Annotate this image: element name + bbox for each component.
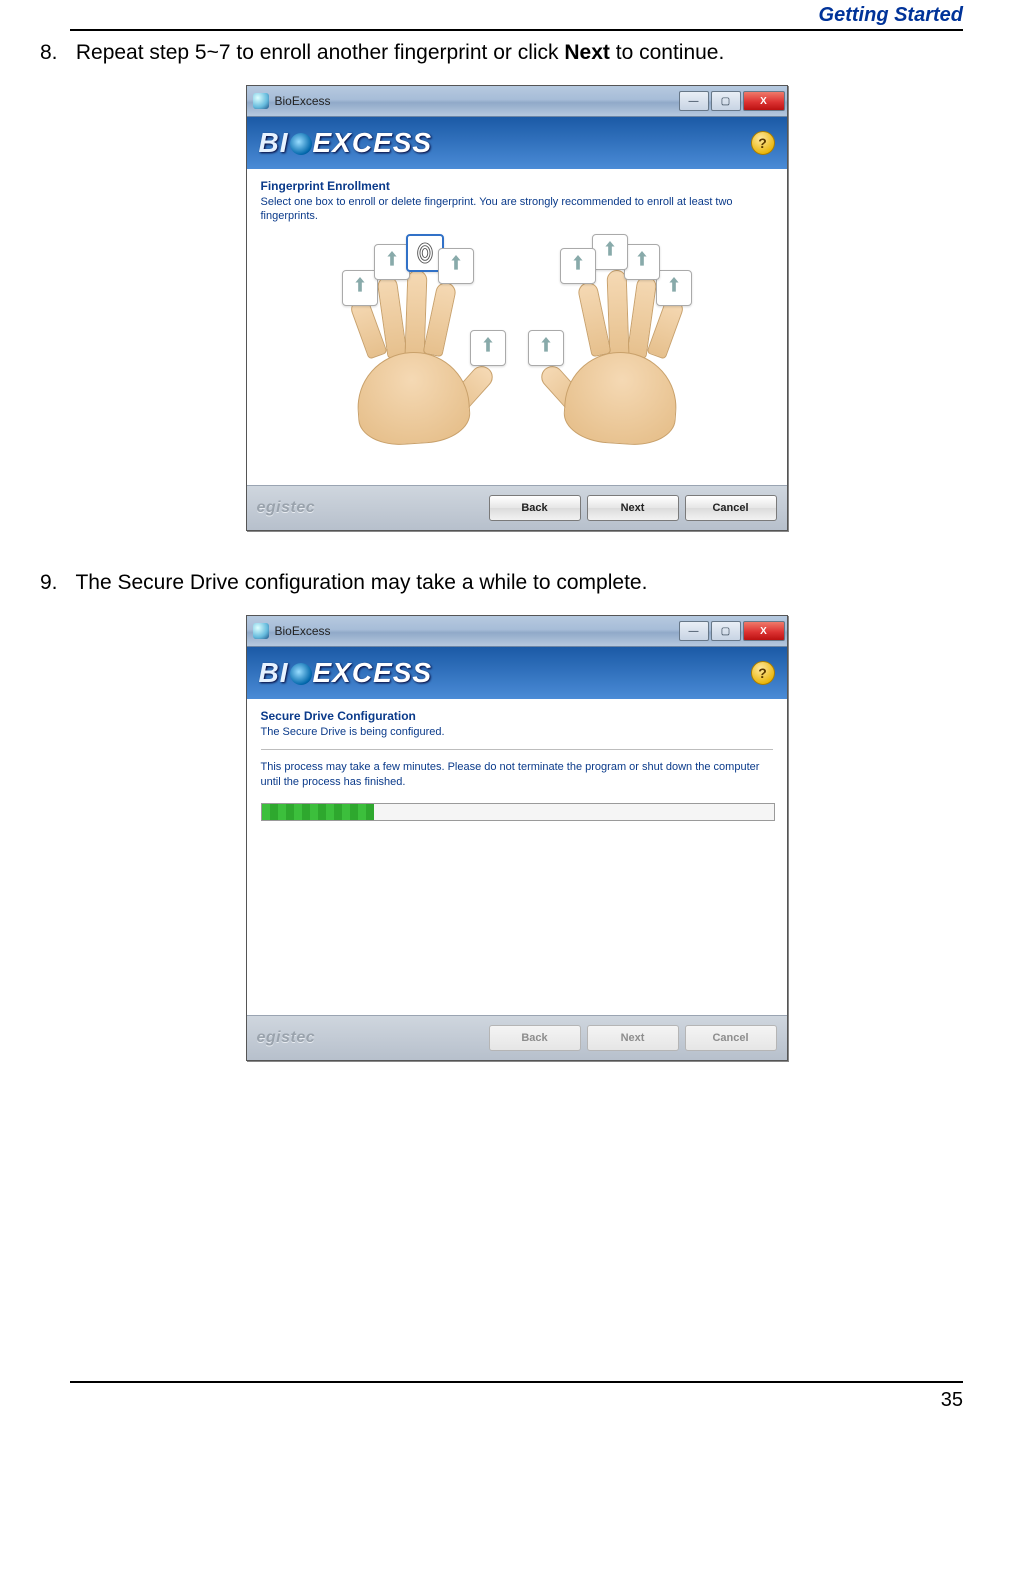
section-subtitle: Select one box to enroll or delete finge…: [261, 195, 773, 224]
brand-o-icon: [290, 133, 312, 155]
right-ring-box[interactable]: [624, 244, 660, 280]
dialog-body: Secure Drive Configuration The Secure Dr…: [247, 699, 787, 1015]
footer-brand: egistec: [257, 1029, 316, 1047]
right-middle-box[interactable]: [592, 234, 628, 270]
left-ring-box[interactable]: [374, 244, 410, 280]
left-index-box[interactable]: [438, 248, 474, 284]
section-title: Fingerprint Enrollment: [261, 179, 773, 193]
close-button[interactable]: X: [743, 621, 785, 641]
app-icon: [253, 623, 269, 639]
minimize-button[interactable]: —: [679, 621, 709, 641]
step-9-number: 9.: [40, 571, 70, 595]
help-button[interactable]: ?: [751, 131, 775, 155]
page-footer: 35: [70, 1381, 963, 1442]
right-thumb-box[interactable]: [528, 330, 564, 366]
dialog-footer: egistec Back Next Cancel: [247, 485, 787, 530]
titlebar: BioExcess — ▢ X: [247, 616, 787, 647]
brand-bar: BI EXCESS ?: [247, 117, 787, 169]
step-8: 8. Repeat step 5~7 to enroll another fin…: [40, 41, 963, 65]
brand-logo: BI EXCESS: [259, 657, 433, 689]
brand-logo: BI EXCESS: [259, 127, 433, 159]
progress-fill: [262, 804, 375, 820]
next-button[interactable]: Next: [587, 495, 679, 521]
brand-bi: BI: [259, 657, 289, 688]
left-palm-icon: [353, 348, 471, 448]
step-8-text-b: to continue.: [610, 41, 724, 64]
maximize-button[interactable]: ▢: [711, 621, 741, 641]
fingerprint-icon: [414, 240, 436, 266]
maximize-button[interactable]: ▢: [711, 91, 741, 111]
hands-area: [261, 242, 773, 442]
brand-o-icon: [290, 663, 312, 685]
help-button[interactable]: ?: [751, 661, 775, 685]
progress-bar: [261, 803, 775, 821]
right-index-icon: [576, 280, 611, 357]
dialog-footer: egistec Back Next Cancel: [247, 1015, 787, 1060]
divider: [261, 749, 773, 750]
window-title: BioExcess: [275, 624, 677, 638]
titlebar: BioExcess — ▢ X: [247, 86, 787, 117]
left-index-icon: [422, 280, 457, 357]
left-thumb-box[interactable]: [470, 330, 506, 366]
page-header: Getting Started: [70, 0, 963, 31]
step-9-text: The Secure Drive configuration may take …: [75, 571, 647, 594]
next-button: Next: [587, 1025, 679, 1051]
page-header-text: Getting Started: [819, 4, 963, 26]
cancel-button[interactable]: Cancel: [685, 495, 777, 521]
section-title: Secure Drive Configuration: [261, 709, 773, 723]
close-button[interactable]: X: [743, 91, 785, 111]
left-pinky-box[interactable]: [342, 270, 378, 306]
right-pinky-box[interactable]: [656, 270, 692, 306]
app-icon: [253, 93, 269, 109]
dialog-body: Fingerprint Enrollment Select one box to…: [247, 169, 787, 485]
minimize-button[interactable]: —: [679, 91, 709, 111]
right-index-box[interactable]: [560, 248, 596, 284]
dialog-fingerprint-enrollment: BioExcess — ▢ X BI EXCESS ? Fingerprint E…: [246, 85, 788, 531]
step-8-text-a: Repeat step 5~7 to enroll another finger…: [76, 41, 565, 64]
brand-rest: EXCESS: [313, 127, 433, 158]
brand-bi: BI: [259, 127, 289, 158]
brand-bar: BI EXCESS ?: [247, 647, 787, 699]
page-number: 35: [941, 1389, 963, 1411]
cancel-button: Cancel: [685, 1025, 777, 1051]
step-9: 9. The Secure Drive configuration may ta…: [40, 571, 963, 595]
footer-brand: egistec: [257, 499, 316, 517]
section-subtitle: The Secure Drive is being configured.: [261, 725, 773, 739]
info-text: This process may take a few minutes. Ple…: [261, 760, 773, 789]
window-title: BioExcess: [275, 94, 677, 108]
step-8-bold: Next: [564, 41, 610, 64]
brand-rest: EXCESS: [313, 657, 433, 688]
right-palm-icon: [561, 348, 679, 448]
left-hand: [302, 242, 502, 442]
back-button[interactable]: Back: [489, 495, 581, 521]
step-8-number: 8.: [40, 41, 70, 65]
back-button: Back: [489, 1025, 581, 1051]
dialog-secure-drive-config: BioExcess — ▢ X BI EXCESS ? Secure Drive …: [246, 615, 788, 1061]
right-hand: [532, 242, 732, 442]
